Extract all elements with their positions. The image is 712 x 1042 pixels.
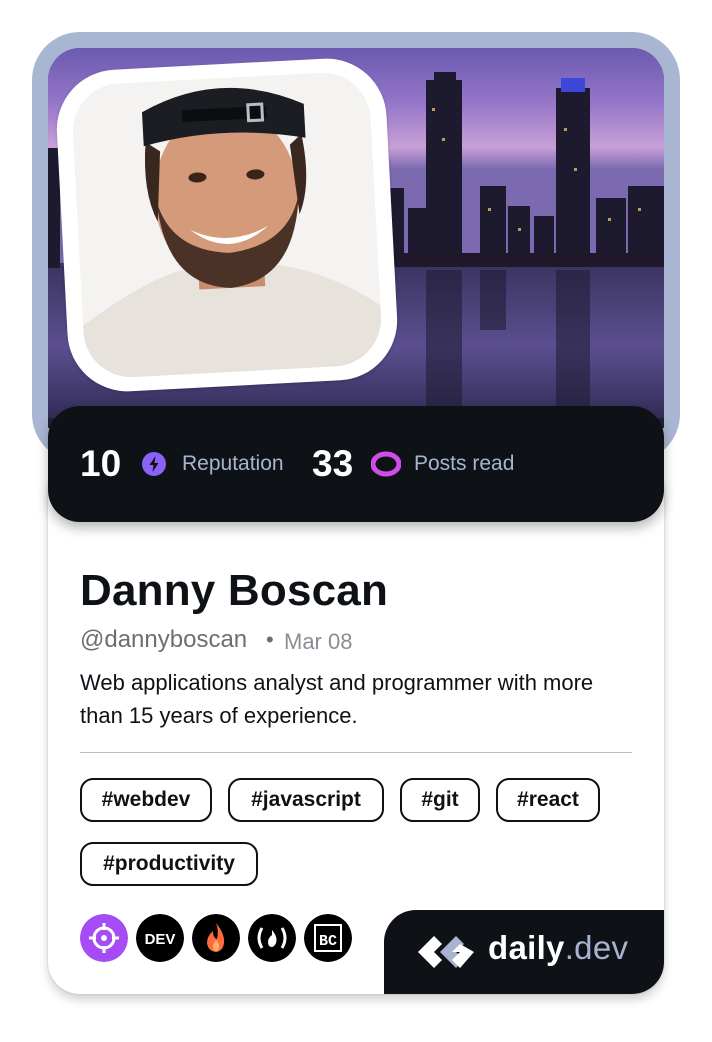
separator-dot: • (266, 627, 274, 652)
tag-javascript[interactable]: #javascript (228, 778, 384, 822)
brand-name-suffix: .dev (564, 929, 629, 966)
avatar-frame (53, 55, 401, 395)
tag-react[interactable]: #react (496, 778, 600, 822)
tag-productivity[interactable]: #productivity (80, 842, 258, 886)
tag-webdev[interactable]: #webdev (80, 778, 212, 822)
svg-text:DEV: DEV (145, 931, 176, 948)
avatar (70, 70, 384, 380)
profile-name: Danny Boscan (80, 566, 389, 615)
reputation-label: Reputation (182, 452, 284, 475)
flame-icon[interactable] (192, 914, 240, 962)
svg-text:BC: BC (319, 933, 337, 950)
lightning-icon (142, 452, 166, 476)
join-date: Mar 08 (284, 629, 353, 654)
daily-dev-logo-icon (418, 936, 474, 968)
posts-read-value: 33 (312, 443, 354, 484)
stats-bar: 10 Reputation 33 Posts read (48, 406, 664, 522)
brand-name: daily.dev (488, 928, 628, 968)
tag-git[interactable]: #git (400, 778, 480, 822)
reputation-value: 10 (80, 443, 122, 484)
divider (80, 752, 632, 753)
crosshair-icon[interactable] (80, 914, 128, 962)
dev-icon[interactable]: DEV (136, 914, 184, 962)
profile-bio: Web applications analyst and programmer … (80, 670, 594, 728)
brand-name-main: daily (488, 929, 565, 966)
posts-read-label: Posts read (414, 452, 515, 475)
eye-icon (371, 451, 401, 477)
freecodecamp-icon[interactable] (248, 914, 296, 962)
bc-icon[interactable]: BC (304, 914, 352, 962)
profile-handle: @dannyboscan (80, 626, 248, 653)
